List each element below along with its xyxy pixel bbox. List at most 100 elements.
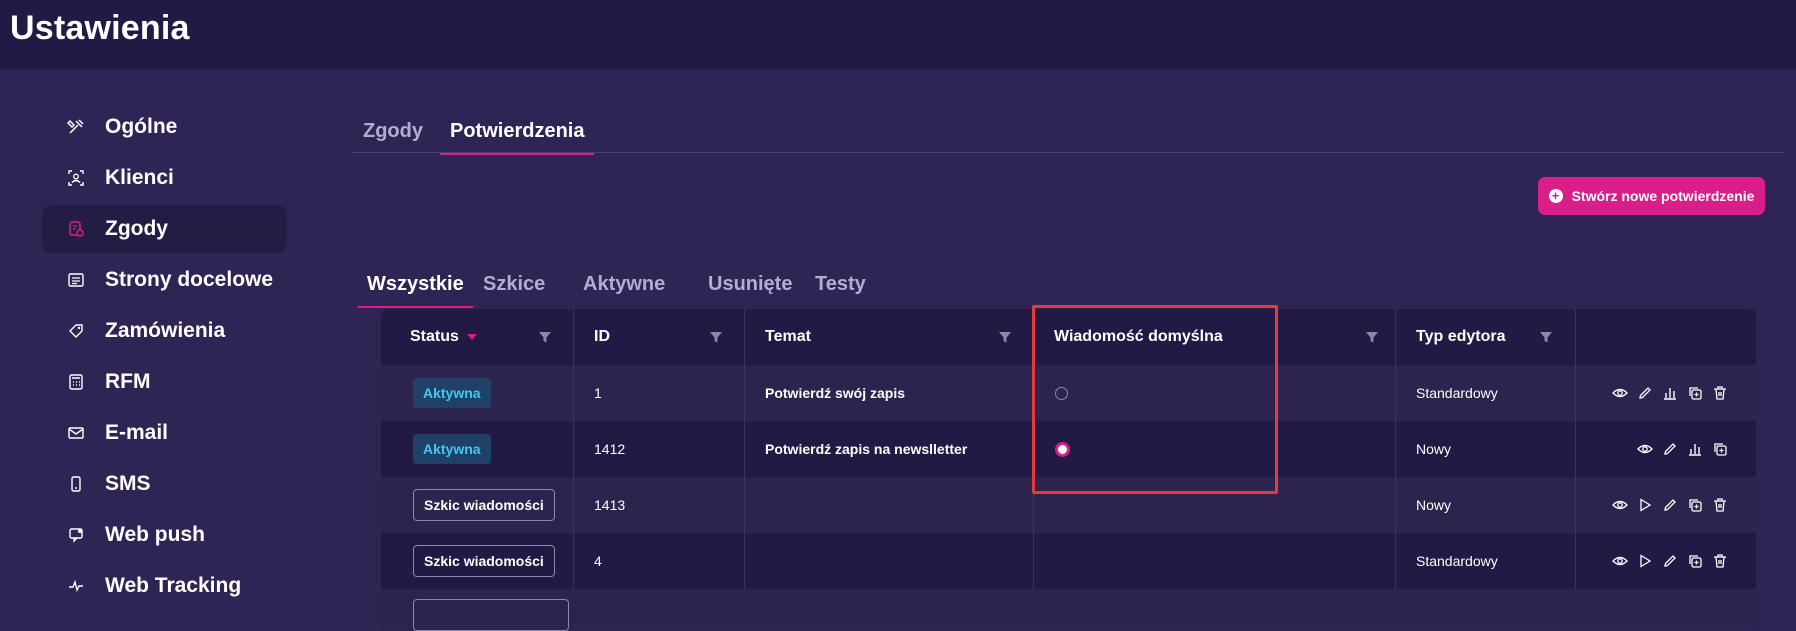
row-topic: Potwierdź zapis na newslletter: [765, 441, 968, 457]
eye-icon[interactable]: [1636, 440, 1654, 458]
table-row[interactable]: Szkic wiadomości 4 Standardowy: [381, 533, 1756, 589]
envelope-icon: [66, 423, 86, 443]
main-content: Zgody Potwierdzenia + Stwórz nowe potwie…: [352, 110, 1784, 631]
plus-circle-icon: +: [1548, 189, 1563, 203]
edit-icon[interactable]: [1661, 552, 1679, 570]
sidebar-item-web-tracking[interactable]: Web Tracking: [42, 562, 287, 610]
sidebar-item-klienci[interactable]: Klienci: [42, 154, 287, 202]
status-badge: Szkic wiadomości: [413, 489, 555, 521]
filter-icon[interactable]: [1365, 330, 1379, 344]
column-divider: [744, 421, 745, 477]
row-actions: [1604, 365, 1729, 421]
sidebar: Ogólne Klienci Zgody Strony docelowe Zam…: [42, 103, 287, 613]
trash-icon[interactable]: [1711, 384, 1729, 402]
user-id-icon: [66, 168, 86, 188]
eye-icon[interactable]: [1611, 552, 1629, 570]
edit-icon[interactable]: [1661, 496, 1679, 514]
eye-icon[interactable]: [1611, 496, 1629, 514]
sidebar-item-rfm[interactable]: RFM: [42, 358, 287, 406]
sidebar-item-zgody[interactable]: Zgody: [42, 205, 287, 253]
column-divider: [573, 533, 574, 589]
status-badge: Szkic wiadomości: [413, 545, 555, 577]
status-badge: Aktywna: [413, 378, 491, 408]
column-divider: [1575, 421, 1576, 477]
sidebar-item-label: Zamówienia: [105, 319, 226, 342]
sidebar-item-strony-docelowe[interactable]: Strony docelowe: [42, 256, 287, 304]
column-divider: [1575, 309, 1576, 365]
row-editor-type: Nowy: [1416, 497, 1452, 513]
tab-szkice[interactable]: Szkice: [483, 273, 545, 306]
row-editor-type: Standardowy: [1416, 385, 1498, 401]
tab-aktywne[interactable]: Aktywne: [583, 273, 665, 306]
top-bar: Ustawienia: [0, 0, 1796, 69]
status-badge: [413, 599, 569, 631]
column-header-editor-type[interactable]: Typ edytora: [1416, 309, 1506, 365]
column-header-status[interactable]: Status: [410, 309, 477, 365]
column-divider: [1033, 533, 1034, 589]
column-divider: [744, 309, 745, 365]
push-icon: [66, 525, 86, 545]
column-divider: [744, 533, 745, 589]
phone-icon: [66, 474, 86, 494]
sidebar-item-label: RFM: [105, 370, 151, 393]
sidebar-item-label: E-mail: [105, 421, 169, 444]
sidebar-item-label: SMS: [105, 472, 151, 495]
copy-icon[interactable]: [1686, 384, 1704, 402]
column-divider: [573, 365, 574, 421]
trash-icon[interactable]: [1711, 496, 1729, 514]
filter-icon[interactable]: [1539, 330, 1553, 344]
column-header-id[interactable]: ID: [594, 309, 610, 365]
sidebar-item-zamowienia[interactable]: Zamówienia: [42, 307, 287, 355]
sidebar-item-label: Ogólne: [105, 115, 178, 138]
sidebar-item-sms[interactable]: SMS: [42, 460, 287, 508]
tab-zgody[interactable]: Zgody: [363, 120, 423, 153]
tab-wszystkie[interactable]: Wszystkie: [358, 273, 473, 308]
column-header-topic[interactable]: Temat: [765, 309, 811, 365]
tab-potwierdzenia[interactable]: Potwierdzenia: [440, 120, 595, 155]
tab-testy[interactable]: Testy: [815, 273, 866, 306]
edit-icon[interactable]: [1636, 384, 1654, 402]
tab-usuniete[interactable]: Usunięte: [708, 273, 792, 306]
table-row[interactable]: [381, 589, 1756, 631]
filter-icon[interactable]: [538, 330, 552, 344]
create-button-label: Stwórz nowe potwierdzenie: [1571, 188, 1755, 204]
sidebar-item-label: Web Tracking: [105, 574, 242, 597]
status-tabs: Wszystkie Szkice Aktywne Usunięte Testy: [358, 263, 866, 308]
copy-icon[interactable]: [1686, 496, 1704, 514]
column-divider: [573, 309, 574, 365]
column-divider: [744, 477, 745, 533]
column-divider: [1395, 477, 1396, 533]
column-divider: [573, 421, 574, 477]
tools-icon: [66, 117, 86, 137]
play-icon[interactable]: [1636, 552, 1654, 570]
column-divider: [1395, 533, 1396, 589]
sidebar-item-label: Zgody: [105, 217, 168, 240]
sidebar-item-web-push[interactable]: Web push: [42, 511, 287, 559]
row-id: 1: [594, 385, 602, 401]
column-divider: [573, 477, 574, 533]
row-editor-type: Nowy: [1416, 441, 1452, 457]
row-topic: Potwierdź swój zapis: [765, 385, 906, 401]
copy-icon[interactable]: [1711, 440, 1729, 458]
filter-icon[interactable]: [998, 330, 1012, 344]
column-divider: [1395, 421, 1396, 477]
filter-icon[interactable]: [709, 330, 723, 344]
sidebar-item-label: Klienci: [105, 166, 174, 189]
column-divider: [744, 365, 745, 421]
play-icon[interactable]: [1636, 496, 1654, 514]
column-divider: [1395, 365, 1396, 421]
stats-icon[interactable]: [1661, 384, 1679, 402]
eye-icon[interactable]: [1611, 384, 1629, 402]
calculator-icon: [66, 372, 86, 392]
trash-icon[interactable]: [1711, 552, 1729, 570]
sidebar-item-ogolne[interactable]: Ogólne: [42, 103, 287, 151]
sidebar-item-email[interactable]: E-mail: [42, 409, 287, 457]
edit-icon[interactable]: [1661, 440, 1679, 458]
status-badge: Aktywna: [413, 434, 491, 464]
stats-icon[interactable]: [1686, 440, 1704, 458]
sort-desc-icon: [466, 334, 477, 340]
create-confirmation-button[interactable]: + Stwórz nowe potwierdzenie: [1538, 177, 1765, 215]
column-divider: [1575, 533, 1576, 589]
copy-icon[interactable]: [1686, 552, 1704, 570]
row-actions: [1604, 477, 1729, 533]
